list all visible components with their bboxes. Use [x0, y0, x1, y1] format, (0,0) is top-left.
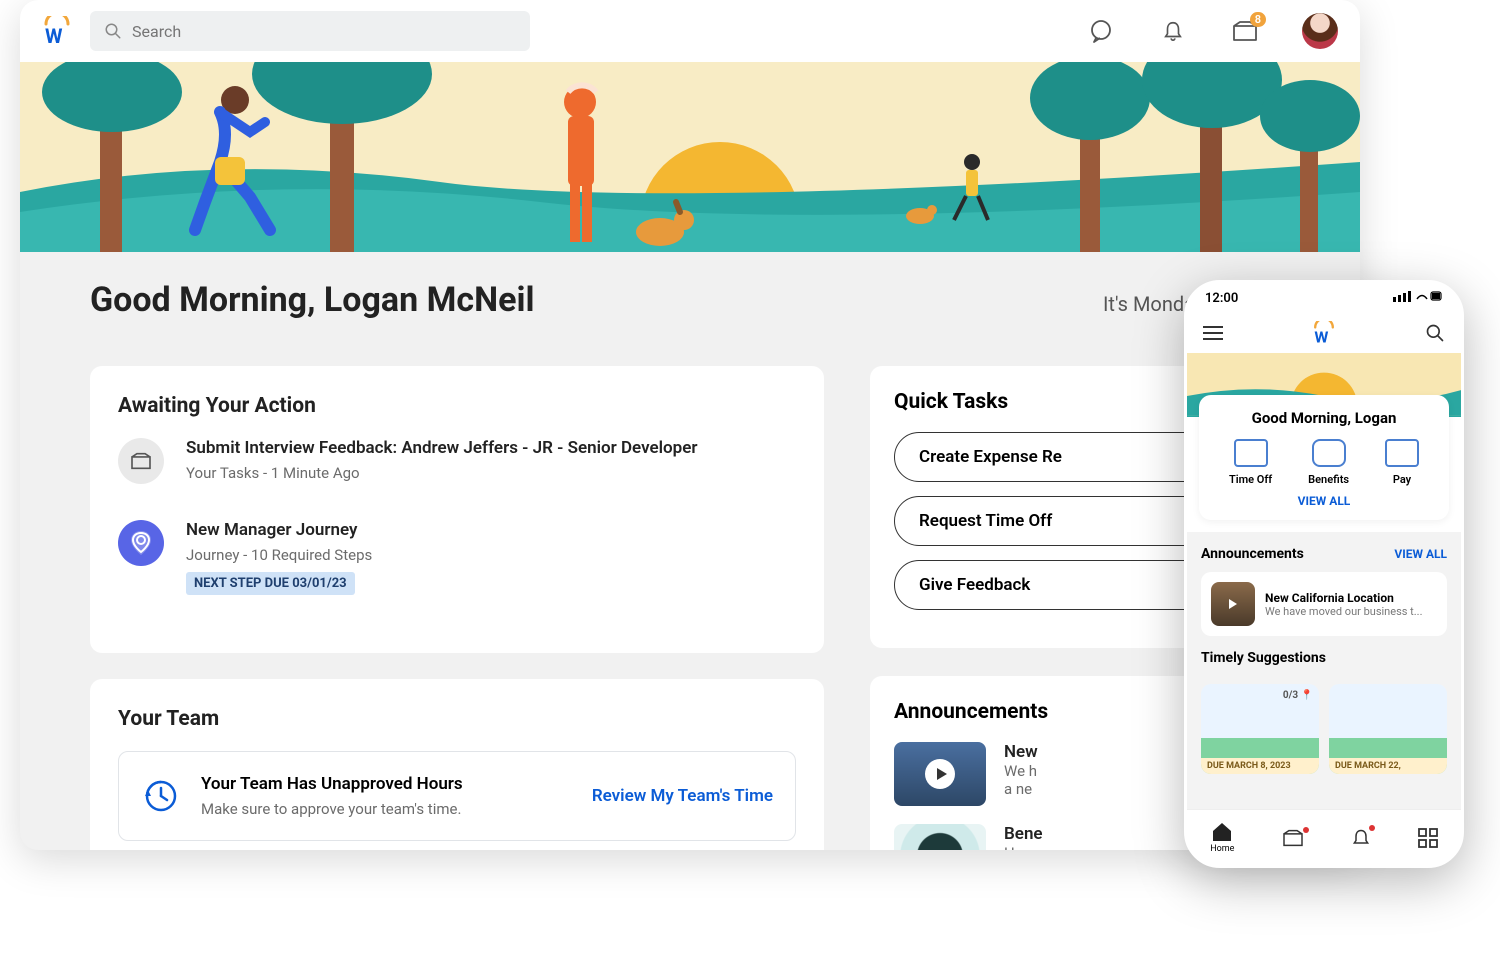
top-bar: W 8 [20, 0, 1360, 62]
wallet-icon [1385, 439, 1419, 467]
mobile-app-mock: 12:00 W Good Morning, Logan Time Off Ben… [1184, 280, 1464, 868]
your-team-card: Your Team Your Team Has Unapproved Hours… [90, 679, 824, 850]
announcement-sub: Here [1004, 844, 1043, 850]
shield-icon [1312, 439, 1346, 467]
action-item[interactable]: Submit Interview Feedback: Andrew Jeffer… [118, 438, 796, 490]
pay-shortcut[interactable]: Pay [1385, 439, 1419, 486]
announcement-title: New [1004, 742, 1038, 762]
greeting-text: Good Morning, Logan McNeil [90, 280, 534, 320]
awaiting-action-card: Awaiting Your Action Submit Interview Fe… [90, 366, 824, 653]
benefits-shortcut[interactable]: Benefits [1308, 439, 1349, 486]
phone-ann-sub: We have moved our business t... [1265, 605, 1422, 618]
chat-icon[interactable] [1086, 16, 1116, 46]
search-input[interactable] [132, 22, 516, 41]
team-heading: Your Team [118, 707, 796, 731]
inbox-task-icon [118, 438, 164, 484]
announcement-title: Bene [1004, 824, 1043, 844]
phone-announcement-item[interactable]: New California Location We have moved ou… [1201, 572, 1447, 636]
nav-inbox[interactable] [1281, 829, 1305, 847]
inbox-icon[interactable]: 8 [1230, 16, 1260, 46]
announcement-sub: We h [1004, 762, 1038, 780]
due-label: DUE MARCH 8, 2023 [1201, 758, 1319, 774]
team-alert-sub: Make sure to approve your team's time. [201, 800, 572, 818]
image-thumbnail [894, 824, 986, 850]
due-label: DUE MARCH 22, [1329, 758, 1447, 774]
action-subtitle: Your Tasks - 1 Minute Ago [186, 464, 698, 482]
location-pin-icon [118, 520, 164, 566]
action-subtitle: Journey - 10 Required Steps [186, 546, 372, 564]
notification-dot-icon [1369, 825, 1375, 831]
search-icon[interactable] [1425, 323, 1445, 343]
search-icon [104, 22, 122, 40]
svg-text:W: W [1314, 328, 1328, 345]
search-input-container[interactable] [90, 11, 530, 51]
suggestion-card[interactable]: 0/3 📍 DUE MARCH 8, 2023 [1201, 684, 1319, 774]
action-title: Submit Interview Feedback: Andrew Jeffer… [186, 438, 698, 458]
nav-notifications[interactable] [1351, 827, 1371, 849]
time-off-shortcut[interactable]: Time Off [1229, 439, 1272, 486]
hamburger-icon[interactable] [1203, 325, 1223, 341]
desktop-app-window: W 8 [20, 0, 1360, 850]
nav-home[interactable]: Home [1210, 822, 1234, 854]
view-all-link[interactable]: VIEW ALL [1394, 547, 1447, 561]
phone-suggestions-heading: Timely Suggestions [1201, 650, 1326, 666]
review-team-time-link[interactable]: Review My Team's Time [592, 786, 773, 806]
video-thumbnail [894, 742, 986, 806]
phone-indicators [1393, 290, 1443, 306]
team-alert-title: Your Team Has Unapproved Hours [201, 774, 572, 794]
suggestion-card[interactable]: DUE MARCH 22, [1329, 684, 1447, 774]
phone-status-bar: 12:00 [1187, 283, 1461, 313]
action-item[interactable]: New Manager Journey Journey - 10 Require… [118, 520, 796, 595]
phone-ann-title: New California Location [1265, 591, 1422, 605]
phone-announcements-heading: Announcements [1201, 546, 1304, 562]
hero-banner [20, 62, 1360, 252]
progress-pin: 0/3 📍 [1283, 690, 1313, 701]
workday-logo[interactable]: W [42, 16, 72, 46]
phone-bottom-nav: Home [1187, 809, 1461, 865]
profile-avatar[interactable] [1302, 13, 1338, 49]
inbox-badge: 8 [1250, 12, 1266, 27]
phone-time: 12:00 [1205, 291, 1238, 306]
team-alert: Your Team Has Unapproved Hours Make sure… [118, 751, 796, 841]
action-title: New Manager Journey [186, 520, 372, 540]
notifications-icon[interactable] [1158, 16, 1188, 46]
view-all-link[interactable]: VIEW ALL [1211, 494, 1437, 508]
announcement-sub: a ne [1004, 780, 1038, 798]
awaiting-heading: Awaiting Your Action [118, 394, 796, 418]
phone-greeting: Good Morning, Logan [1211, 409, 1437, 427]
suitcase-icon [1234, 439, 1268, 467]
phone-quick-card: Good Morning, Logan Time Off Benefits Pa… [1199, 395, 1449, 520]
due-pill: NEXT STEP DUE 03/01/23 [186, 572, 355, 595]
notification-dot-icon [1303, 827, 1309, 833]
svg-text:W: W [45, 24, 63, 46]
nav-apps[interactable] [1418, 828, 1438, 848]
phone-topbar: W [1187, 313, 1461, 353]
video-thumbnail [1211, 582, 1255, 626]
workday-logo[interactable]: W [1312, 321, 1336, 345]
clock-refresh-icon [141, 776, 181, 816]
